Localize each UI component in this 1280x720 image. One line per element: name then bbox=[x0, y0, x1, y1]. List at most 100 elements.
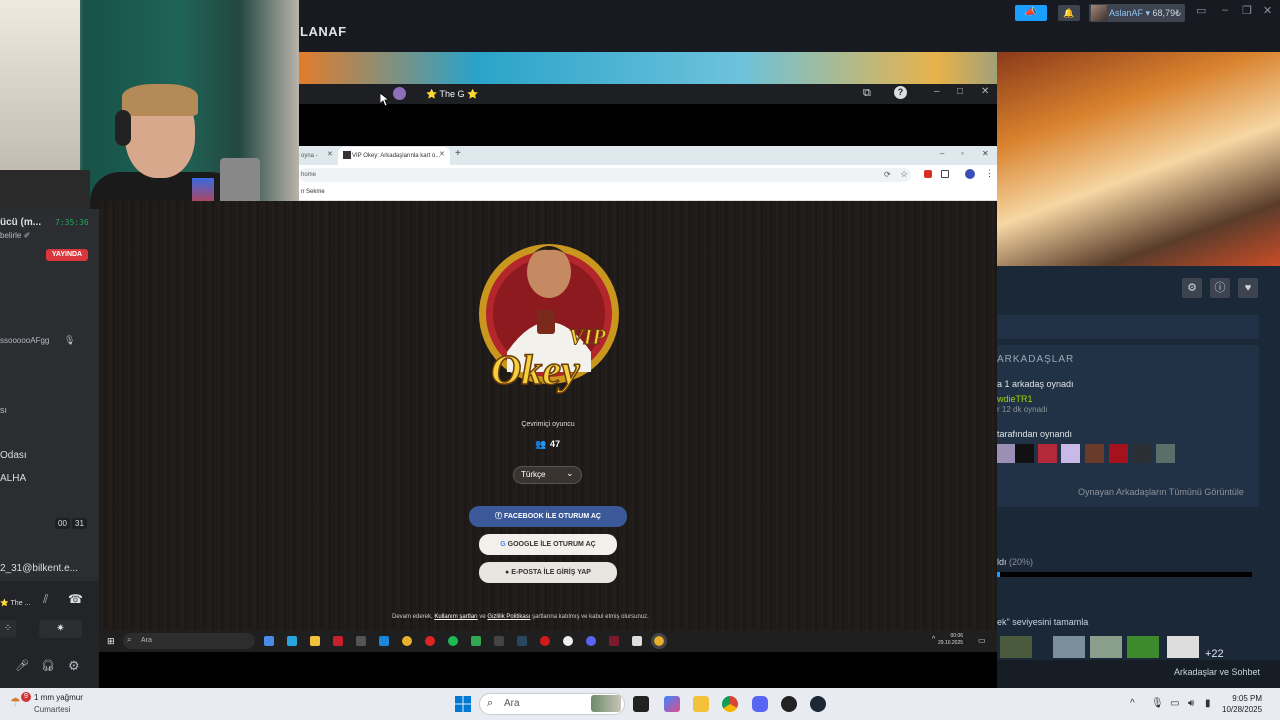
spotify-icon[interactable] bbox=[448, 636, 458, 646]
headphones-icon[interactable]: 🎧︎ bbox=[41, 659, 55, 672]
more-achievements-count[interactable]: +22 bbox=[1205, 648, 1224, 660]
chrome-maximize-icon[interactable]: ▫ bbox=[961, 149, 964, 158]
minimize-icon[interactable]: – bbox=[1222, 4, 1228, 16]
terms-of-use-link[interactable]: Kullanım şartları bbox=[434, 614, 477, 620]
user-settings-gear-icon[interactable]: ⚙ bbox=[68, 658, 80, 674]
app-icon[interactable] bbox=[425, 636, 435, 646]
voice-member-email[interactable]: 2_31@bilkent.e... bbox=[0, 563, 78, 574]
achievement-icon[interactable] bbox=[1053, 636, 1085, 658]
noise-suppression-icon[interactable]: ⫽ bbox=[43, 592, 48, 607]
activities-icon[interactable]: ⁘ bbox=[0, 620, 16, 638]
file-explorer-icon[interactable] bbox=[693, 696, 709, 712]
settings-gear-icon[interactable]: ⚙ bbox=[1182, 278, 1202, 298]
stream-minimize-icon[interactable]: – bbox=[934, 86, 940, 97]
remote-search-box[interactable]: Ara bbox=[123, 633, 255, 649]
announcements-button[interactable]: 📣 bbox=[1015, 5, 1047, 21]
edge-icon[interactable] bbox=[287, 636, 297, 646]
task-view-icon[interactable] bbox=[633, 696, 649, 712]
friend-avatar[interactable] bbox=[1109, 444, 1128, 463]
bookmark-star-icon[interactable]: ☆ bbox=[900, 169, 908, 180]
address-bar[interactable]: home bbox=[299, 168, 911, 182]
help-icon[interactable]: ? bbox=[894, 86, 907, 99]
network-icon[interactable]: ▭ bbox=[1170, 698, 1179, 709]
google-login-button[interactable]: G GOOGLE İLE OTURUM AÇ bbox=[479, 534, 617, 555]
remote-start-icon[interactable]: ⊞ bbox=[107, 636, 115, 647]
channel-title[interactable]: ücü (m... bbox=[0, 217, 41, 228]
favorite-heart-icon[interactable]: ♥ bbox=[1238, 278, 1258, 298]
achievement-icon[interactable] bbox=[1000, 636, 1032, 658]
achievement-icon[interactable] bbox=[1167, 636, 1199, 658]
app-icon[interactable] bbox=[609, 636, 619, 646]
steam-icon[interactable] bbox=[810, 696, 826, 712]
weather-day[interactable]: Cumartesi bbox=[34, 705, 70, 714]
friend-avatar[interactable] bbox=[997, 444, 1016, 463]
translate-icon[interactable]: ⟳ bbox=[884, 170, 891, 179]
volume-icon[interactable]: 🔊︎ bbox=[1188, 698, 1194, 709]
friend-name-link[interactable]: wdieTR1 bbox=[997, 394, 1033, 404]
obs-icon[interactable] bbox=[781, 696, 797, 712]
microphone-icon[interactable]: 🎤︎ bbox=[15, 659, 29, 672]
app-icon[interactable] bbox=[471, 636, 481, 646]
copilot-icon[interactable] bbox=[664, 696, 680, 712]
privacy-policy-link[interactable]: Gizlilik Politikası bbox=[487, 614, 530, 620]
extensions-puzzle-icon[interactable] bbox=[941, 170, 949, 178]
chrome-active-icon[interactable] bbox=[651, 633, 667, 649]
tray-chevron-icon[interactable]: ^ bbox=[1130, 698, 1135, 709]
notification-icon[interactable]: ▭ bbox=[978, 636, 986, 645]
achievement-icon[interactable] bbox=[1127, 636, 1159, 658]
tab-close-icon[interactable]: ✕ bbox=[327, 150, 333, 158]
soundboard-icon[interactable]: ✷ bbox=[39, 620, 82, 638]
steam-icon[interactable] bbox=[517, 636, 527, 646]
app-icon[interactable] bbox=[563, 636, 573, 646]
chrome-menu-icon[interactable]: ⋮ bbox=[985, 168, 994, 179]
chrome-close-icon[interactable]: ✕ bbox=[982, 149, 989, 158]
voice-room-name[interactable]: Odası bbox=[0, 450, 27, 461]
tray-chevron-icon[interactable]: ^ bbox=[932, 636, 935, 643]
app-icon[interactable] bbox=[333, 636, 343, 646]
profile-avatar[interactable] bbox=[965, 169, 975, 179]
voice-member[interactable]: ALHA bbox=[0, 473, 26, 484]
extension-icon[interactable] bbox=[924, 170, 932, 178]
stream-maximize-icon[interactable]: □ bbox=[957, 86, 963, 97]
bookmarks-bar-item[interactable]: n Sekme bbox=[299, 185, 997, 201]
mail-icon[interactable] bbox=[379, 636, 389, 646]
app-icon[interactable] bbox=[356, 636, 366, 646]
discord-icon[interactable] bbox=[752, 696, 768, 712]
facebook-login-button[interactable]: ⓕ FACEBOOK İLE OTURUM AÇ bbox=[469, 506, 627, 527]
chrome-icon[interactable] bbox=[402, 636, 412, 646]
voice-member[interactable]: ssoooooAFgg bbox=[0, 336, 49, 345]
chrome-tab-active[interactable]: VIP Okey: Arkadaşlarınla kart o... bbox=[338, 147, 450, 165]
app-icon[interactable] bbox=[494, 636, 504, 646]
email-login-button[interactable]: ● E-POSTA İLE GİRİŞ YAP bbox=[479, 562, 617, 583]
friend-avatar[interactable] bbox=[1061, 444, 1080, 463]
folder-icon[interactable] bbox=[310, 636, 320, 646]
discord-icon[interactable] bbox=[586, 636, 596, 646]
friend-avatar[interactable] bbox=[1015, 444, 1034, 463]
tab-close-icon[interactable]: ✕ bbox=[439, 150, 445, 158]
notifications-bell-icon[interactable]: 🔔 bbox=[1058, 5, 1080, 21]
windows-start-icon[interactable] bbox=[455, 696, 471, 712]
voice-member[interactable]: sı bbox=[0, 405, 7, 415]
app-icon[interactable] bbox=[632, 636, 642, 646]
friend-avatar[interactable] bbox=[1156, 444, 1175, 463]
info-icon[interactable]: ⓘ bbox=[1210, 278, 1230, 298]
monitor-icon[interactable]: ▭ bbox=[1196, 4, 1206, 17]
friends-chat-label[interactable]: Arkadaşlar ve Sohbet bbox=[1174, 667, 1260, 677]
new-tab-icon[interactable]: + bbox=[455, 148, 461, 159]
chrome-icon[interactable] bbox=[722, 696, 738, 712]
channel-status[interactable]: belirle ✐ bbox=[0, 231, 30, 240]
opera-icon[interactable] bbox=[540, 636, 550, 646]
disconnect-icon[interactable]: ☎ bbox=[68, 592, 83, 606]
battery-icon[interactable]: ▮ bbox=[1205, 698, 1211, 709]
friend-avatar[interactable] bbox=[1132, 444, 1151, 463]
pop-out-icon[interactable]: ⧉ bbox=[863, 87, 871, 100]
view-all-friends-link[interactable]: Oynayan Arkadaşların Tümünü Görüntüle bbox=[1078, 487, 1244, 497]
weather-condition[interactable]: 1 mm yağmur bbox=[34, 693, 83, 702]
system-clock[interactable]: 9:05 PM 10/28/2025 bbox=[1222, 693, 1262, 715]
close-icon[interactable]: ✕ bbox=[1263, 4, 1272, 17]
weather-icon[interactable]: ☂ bbox=[10, 695, 21, 709]
maximize-icon[interactable]: ❐ bbox=[1242, 4, 1252, 17]
microphone-tray-icon[interactable]: 🎙︎ bbox=[1151, 698, 1164, 709]
app-icon[interactable] bbox=[264, 636, 274, 646]
friend-avatar[interactable] bbox=[1038, 444, 1057, 463]
